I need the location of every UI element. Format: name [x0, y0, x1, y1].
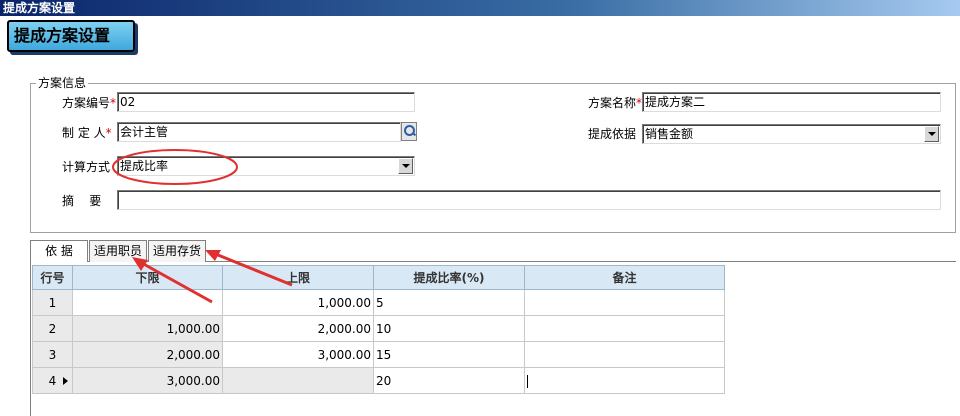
row-number-current: 4	[32, 367, 73, 394]
annotation-arrowhead	[205, 250, 221, 261]
lookup-search-icon[interactable]	[401, 122, 417, 141]
calc-method-label: 计算方式	[62, 160, 111, 174]
lower-cell[interactable]: 2,000.00	[72, 341, 223, 368]
tab-applicable-staff[interactable]: 适用职员	[89, 240, 147, 262]
column-header-row-no[interactable]: 行号	[32, 265, 73, 290]
upper-cell[interactable]	[222, 367, 374, 394]
note-cell-editing[interactable]	[524, 367, 725, 394]
required-mark: *	[110, 96, 117, 110]
window-title: 提成方案设置	[0, 0, 960, 16]
column-header-note[interactable]: 备注	[524, 265, 725, 290]
page-heading: 提成方案设置	[7, 20, 135, 52]
upper-cell[interactable]: 1,000.00	[222, 289, 374, 316]
summary-input[interactable]	[117, 190, 941, 210]
column-header-lower[interactable]: 下限	[72, 265, 223, 290]
scheme-name-label: 方案名称*	[588, 96, 643, 110]
lower-cell[interactable]: 3,000.00	[72, 367, 223, 394]
note-cell[interactable]	[524, 289, 725, 316]
lower-cell[interactable]	[72, 289, 223, 316]
required-mark: *	[105, 126, 112, 140]
creator-input[interactable]: 会计主管	[117, 122, 401, 142]
column-header-rate[interactable]: 提成比率(%)	[373, 265, 525, 290]
chevron-down-icon[interactable]	[398, 158, 413, 174]
note-cell[interactable]	[524, 341, 725, 368]
chevron-down-icon[interactable]	[924, 126, 939, 142]
current-row-arrow-icon	[63, 377, 68, 385]
row-number: 2	[32, 315, 73, 342]
column-header-upper[interactable]: 上限	[222, 265, 374, 290]
commission-grid: 行号 下限 上限 提成比率(%) 备注 1 1,000.00 5 2 1,000…	[32, 265, 725, 394]
row-number: 1	[32, 289, 73, 316]
upper-cell[interactable]: 2,000.00	[222, 315, 374, 342]
creator-label: 制 定 人*	[62, 126, 112, 140]
calc-method-select[interactable]: 提成比率	[117, 156, 415, 176]
row-number: 3	[32, 341, 73, 368]
basis-select[interactable]: 销售金额	[642, 124, 941, 144]
text-caret	[527, 374, 528, 388]
rate-cell[interactable]: 5	[373, 289, 525, 316]
lower-cell[interactable]: 1,000.00	[72, 315, 223, 342]
scheme-code-input[interactable]: 02	[117, 92, 415, 112]
scheme-name-input[interactable]: 提成方案二	[642, 92, 941, 112]
table-row[interactable]: 1 1,000.00 5	[32, 289, 725, 316]
scheme-code-label: 方案编号*	[62, 96, 117, 110]
basis-select-value: 销售金额	[645, 127, 694, 141]
table-row[interactable]: 3 2,000.00 3,000.00 15	[32, 341, 725, 368]
upper-cell[interactable]: 3,000.00	[222, 341, 374, 368]
rate-cell[interactable]: 20	[373, 367, 525, 394]
table-row[interactable]: 2 1,000.00 2,000.00 10	[32, 315, 725, 342]
rate-cell[interactable]: 15	[373, 341, 525, 368]
calc-method-select-value: 提成比率	[120, 159, 169, 173]
note-cell[interactable]	[524, 315, 725, 342]
summary-label: 摘 要	[62, 194, 102, 208]
tab-basis[interactable]: 依 据	[30, 240, 88, 263]
tab-applicable-inventory[interactable]: 适用存货	[148, 240, 206, 262]
scheme-info-legend: 方案信息	[36, 76, 89, 90]
rate-cell[interactable]: 10	[373, 315, 525, 342]
basis-label: 提成依据	[588, 127, 637, 141]
table-row[interactable]: 4 3,000.00 20	[32, 367, 725, 394]
